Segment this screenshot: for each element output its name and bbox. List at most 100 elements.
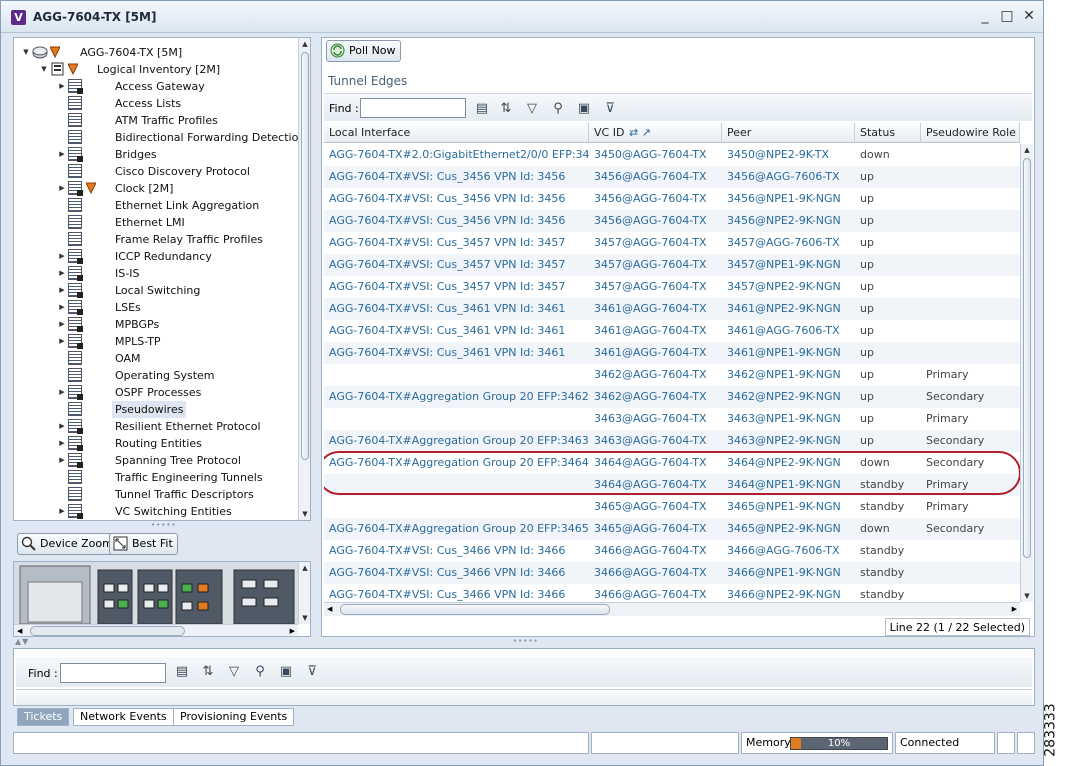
cell-vc-id[interactable]: 3457@AGG-7604-TX (589, 276, 722, 298)
tree-root[interactable]: ▼ AGG-7604-TX [5M] (22, 44, 292, 61)
table-row[interactable]: AGG-7604-TX#VSI: Cus_3456 VPN Id: 3456 34… (324, 210, 1020, 232)
expand-arrow-icon[interactable]: ▶ (58, 507, 66, 515)
advanced-filter-icon[interactable]: ⚲ (550, 101, 566, 117)
cell-peer[interactable]: 3456@AGG-7606-TX (722, 166, 855, 188)
export-icon[interactable]: ▣ (278, 664, 294, 680)
cell-vc-id[interactable]: 3462@AGG-7604-TX (589, 386, 722, 408)
table-row[interactable]: AGG-7604-TX#VSI: Cus_3457 VPN Id: 3457 34… (324, 254, 1020, 276)
tree-item[interactable]: ▶ Routing Entities (58, 435, 292, 452)
clear-filter-icon[interactable]: ⊽ (304, 664, 320, 680)
export-icon[interactable]: ▣ (576, 101, 592, 117)
cell-vc-id[interactable]: 3465@AGG-7604-TX (589, 518, 722, 540)
table-row[interactable]: AGG-7604-TX#Aggregation Group 20 EFP:346… (324, 430, 1020, 452)
expand-arrow-icon[interactable]: ▶ (58, 252, 66, 260)
table-row[interactable]: AGG-7604-TX#VSI: Cus_3457 VPN Id: 3457 34… (324, 232, 1020, 254)
table-row[interactable]: AGG-7604-TX#VSI: Cus_3466 VPN Id: 3466 34… (324, 540, 1020, 562)
cell-local-interface[interactable]: AGG-7604-TX#VSI: Cus_3461 VPN Id: 3461 (324, 320, 589, 342)
table-properties-icon[interactable]: ▤ (474, 101, 490, 117)
tree-item[interactable]: Frame Relay Traffic Profiles (58, 231, 292, 248)
expand-arrow-icon[interactable]: ▶ (58, 422, 66, 430)
tree-item[interactable]: ▶ OSPF Processes (58, 384, 292, 401)
table-vscroll-thumb[interactable] (1023, 158, 1031, 558)
table-row[interactable]: 3463@AGG-7604-TX 3463@NPE1-9K-NGN up Primar… (324, 408, 1020, 430)
cell-local-interface[interactable]: AGG-7604-TX#VSI: Cus_3457 VPN Id: 3457 (324, 232, 589, 254)
overview-hscroll[interactable]: ◀ ▶ (14, 624, 298, 636)
column-status[interactable]: Status (855, 123, 921, 143)
cell-local-interface[interactable]: AGG-7604-TX#VSI: Cus_3457 VPN Id: 3457 (324, 276, 589, 298)
table-row[interactable]: AGG-7604-TX#Aggregation Group 20 EFP:346… (324, 452, 1020, 474)
cell-local-interface[interactable]: AGG-7604-TX#VSI: Cus_3466 VPN Id: 3466 (324, 540, 589, 562)
table-row[interactable]: AGG-7604-TX#VSI: Cus_3466 VPN Id: 3466 34… (324, 584, 1020, 602)
tree-item[interactable]: ▶ VC Switching Entities (58, 503, 292, 520)
overview-vscroll[interactable]: ▲ ▼ (298, 562, 310, 624)
maximize-button[interactable]: □ (999, 8, 1015, 24)
tree-item[interactable]: ▶ Resilient Ethernet Protocol (58, 418, 292, 435)
cell-peer[interactable]: 3461@AGG-7606-TX (722, 320, 855, 342)
cell-vc-id[interactable]: 3461@AGG-7604-TX (589, 342, 722, 364)
cell-local-interface[interactable]: AGG-7604-TX#VSI: Cus_3461 VPN Id: 3461 (324, 342, 589, 364)
expand-arrow-icon[interactable]: ▶ (58, 286, 66, 294)
cell-local-interface[interactable]: AGG-7604-TX#VSI: Cus_3466 VPN Id: 3466 (324, 584, 589, 602)
device-overview[interactable]: ▲ ▼ ◀ ▶ (13, 561, 311, 637)
cell-local-interface[interactable]: AGG-7604-TX#VSI: Cus_3456 VPN Id: 3456 (324, 210, 589, 232)
tree-item[interactable]: Access Lists (58, 95, 292, 112)
tree-item[interactable]: ▶ Access Gateway (58, 78, 292, 95)
cell-peer[interactable]: 3466@AGG-7606-TX (722, 540, 855, 562)
table-hscroll[interactable]: ◀ ▶ (324, 602, 1020, 616)
cell-vc-id[interactable]: 3461@AGG-7604-TX (589, 320, 722, 342)
cell-vc-id[interactable]: 3450@AGG-7604-TX (589, 144, 722, 166)
events-find-input[interactable] (60, 663, 166, 683)
cell-vc-id[interactable]: 3466@AGG-7604-TX (589, 584, 722, 602)
table-row[interactable]: AGG-7604-TX#VSI: Cus_3456 VPN Id: 3456 34… (324, 166, 1020, 188)
cell-local-interface[interactable]: AGG-7604-TX#Aggregation Group 20 EFP:346… (324, 386, 589, 408)
tree-scrollbar[interactable]: ▲ ▼ (298, 38, 310, 520)
expand-arrow-icon[interactable]: ▶ (58, 303, 66, 311)
cell-peer[interactable]: 3463@NPE2-9K-NGN (722, 430, 855, 452)
cell-vc-id[interactable]: 3464@AGG-7604-TX (589, 452, 722, 474)
minimize-button[interactable]: _ (977, 8, 993, 24)
vertical-splitter[interactable]: ••••• (513, 637, 539, 645)
cell-vc-id[interactable]: 3462@AGG-7604-TX (589, 364, 722, 386)
tree-item[interactable]: ▶ IS-IS (58, 265, 292, 282)
sort-az-icon[interactable]: ⇅ (200, 664, 216, 680)
table-vscroll[interactable]: ▲ ▼ (1020, 144, 1033, 602)
column-vc-id[interactable]: VC ID ⇄ ↗ (589, 123, 722, 143)
cell-peer[interactable]: 3464@NPE1-9K-NGN (722, 474, 855, 496)
cell-vc-id[interactable]: 3464@AGG-7604-TX (589, 474, 722, 496)
expand-arrow-icon[interactable]: ▶ (58, 82, 66, 90)
tab-network-events[interactable]: Network Events (73, 708, 174, 726)
tree-item[interactable]: ▶ Bridges (58, 146, 292, 163)
tab-provisioning-events[interactable]: Provisioning Events (173, 708, 295, 726)
cell-peer[interactable]: 3466@NPE1-9K-NGN (722, 562, 855, 584)
tree-item[interactable]: Pseudowires (58, 401, 292, 418)
cell-local-interface[interactable]: AGG-7604-TX#VSI: Cus_3456 VPN Id: 3456 (324, 188, 589, 210)
cell-peer[interactable]: 3456@NPE2-9K-NGN (722, 210, 855, 232)
table-row[interactable]: 3462@AGG-7604-TX 3462@NPE1-9K-NGN up Primar… (324, 364, 1020, 386)
cell-local-interface[interactable] (324, 364, 589, 386)
cell-vc-id[interactable]: 3457@AGG-7604-TX (589, 232, 722, 254)
cell-local-interface[interactable]: AGG-7604-TX#VSI: Cus_3457 VPN Id: 3457 (324, 254, 589, 276)
cell-local-interface[interactable]: AGG-7604-TX#VSI: Cus_3461 VPN Id: 3461 (324, 298, 589, 320)
overview-hscroll-thumb[interactable] (30, 626, 185, 636)
table-hscroll-thumb[interactable] (340, 604, 610, 615)
tree-item[interactable]: ATM Traffic Profiles (58, 112, 292, 129)
table-row[interactable]: AGG-7604-TX#VSI: Cus_3457 VPN Id: 3457 34… (324, 276, 1020, 298)
device-zoom-button[interactable]: Device Zoom (17, 533, 118, 555)
table-row[interactable]: AGG-7604-TX#Aggregation Group 20 EFP:346… (324, 518, 1020, 540)
cell-local-interface[interactable] (324, 496, 589, 518)
clear-filter-icon[interactable]: ⊽ (602, 101, 618, 117)
cell-local-interface[interactable] (324, 474, 589, 496)
advanced-filter-icon[interactable]: ⚲ (252, 664, 268, 680)
tree-item[interactable]: Cisco Discovery Protocol (58, 163, 292, 180)
table-properties-icon[interactable]: ▤ (174, 664, 190, 680)
cell-vc-id[interactable]: 3456@AGG-7604-TX (589, 188, 722, 210)
cell-peer[interactable]: 3461@NPE1-9K-NGN (722, 342, 855, 364)
scroll-up-icon[interactable]: ▲ (299, 38, 310, 50)
cell-vc-id[interactable]: 3461@AGG-7604-TX (589, 298, 722, 320)
tree-logical-inventory[interactable]: ▼ Logical Inventory [2M] (40, 61, 290, 78)
tree-item[interactable]: ▶ MPLS-TP (58, 333, 292, 350)
tree-item[interactable]: OAM (58, 350, 292, 367)
scroll-down-icon[interactable]: ▼ (1021, 590, 1033, 602)
collapse-arrow-icon[interactable]: ▼ (40, 65, 48, 73)
cell-peer[interactable]: 3457@AGG-7606-TX (722, 232, 855, 254)
